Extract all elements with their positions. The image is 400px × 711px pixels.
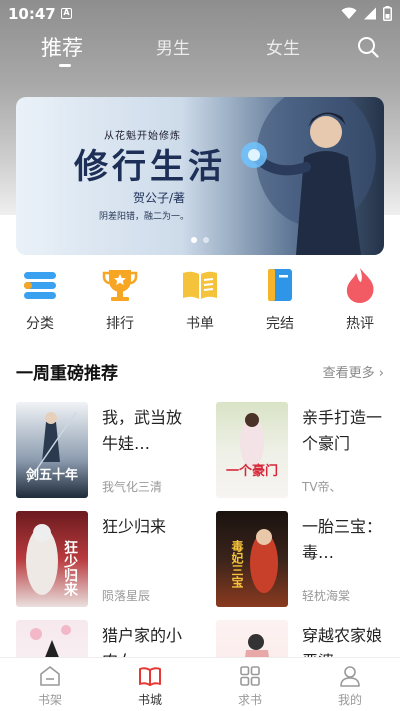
- request-book-icon: [240, 666, 260, 686]
- nav-bookstore-label: 书城: [137, 693, 162, 707]
- nav-bookshelf[interactable]: 书架: [20, 664, 80, 708]
- hot-review-label: 热评: [346, 316, 374, 332]
- finished-book-icon: [268, 269, 292, 301]
- notification-icon: A: [61, 8, 72, 19]
- book-author: TV帝、: [302, 480, 342, 494]
- book-card[interactable]: 狂少归来 狂少归来 陨落星辰: [16, 511, 200, 607]
- section-title: 一周重磅推荐: [16, 364, 118, 384]
- finished-label: 完结: [266, 316, 294, 332]
- tab-female[interactable]: 女生: [266, 34, 300, 59]
- nav-request[interactable]: 求书: [220, 664, 280, 708]
- book-cover: 一个豪门: [216, 402, 288, 498]
- carousel-dots: [16, 228, 384, 247]
- status-time: 10:47: [8, 5, 56, 23]
- book-cover: 狂少归来: [16, 511, 88, 607]
- cover-art: [27, 411, 77, 483]
- book-cover: 剑五十年: [16, 402, 88, 498]
- bottom-nav: 书架 书城 求书 我的: [0, 657, 400, 711]
- book-author: 陨落星辰: [102, 589, 151, 603]
- banner-tagline: 阴差阳错，融二为一。: [99, 212, 190, 222]
- bookstore-icon: [139, 667, 161, 686]
- cover-art: [240, 413, 264, 468]
- book-title: 亲手打造一个豪门: [302, 408, 383, 453]
- app-screen: 10:47 A 推荐 男生 女生 从花魁开始修炼 修行生活 贺公子/著 阴差阳错…: [0, 0, 400, 711]
- category-item[interactable]: 分类: [10, 265, 70, 333]
- booklist-item[interactable]: 书单: [170, 265, 230, 333]
- nav-bookstore[interactable]: 书城: [120, 664, 180, 708]
- nav-bookshelf-label: 书架: [37, 693, 62, 707]
- cover-title: 一个豪门: [225, 464, 278, 479]
- cover-title: 毒妃三宝: [230, 540, 244, 588]
- category-label: 分类: [26, 316, 54, 332]
- book-title: 狂少归来: [102, 517, 167, 536]
- book-card[interactable]: 毒妃三宝 一胎三宝：毒… 轻枕海棠: [216, 511, 400, 607]
- status-icons: [341, 6, 392, 21]
- cover-title: 狂少归来: [62, 540, 78, 596]
- profile-icon: [340, 666, 360, 687]
- banner-author: 贺公子/著: [133, 191, 186, 205]
- see-more-link[interactable]: 查看更多 ›: [323, 362, 384, 381]
- book-list-icon: [183, 271, 217, 299]
- search-icon[interactable]: [357, 36, 379, 58]
- book-title: 我，武当放牛娃…: [102, 408, 183, 453]
- tab-recommend[interactable]: 推荐: [41, 32, 83, 62]
- banner-title: 修行生活: [74, 147, 226, 187]
- nav-profile-label: 我的: [337, 693, 362, 707]
- book-author: 我气化三清: [102, 480, 163, 494]
- book-card[interactable]: 一个豪门 亲手打造一个豪门 TV帝、: [216, 402, 400, 498]
- bookshelf-icon: [40, 666, 60, 686]
- nav-profile[interactable]: 我的: [320, 664, 380, 708]
- book-title: 一胎三宝：毒…: [302, 517, 383, 562]
- category-shortcuts: 分类 排行 书单 完结 热评: [0, 265, 400, 335]
- signal-icon: [364, 7, 376, 20]
- top-tabs: 推荐 男生 女生: [0, 28, 400, 72]
- status-bar: 10:47 A: [0, 0, 400, 28]
- ranking-item[interactable]: 排行: [90, 265, 150, 333]
- ranking-label: 排行: [106, 316, 134, 332]
- nav-request-label: 求书: [237, 693, 262, 707]
- chevron-right-icon: ›: [378, 366, 384, 381]
- book-card[interactable]: 剑五十年 我，武当放牛娃… 我气化三清: [16, 402, 200, 498]
- cover-title: 剑五十年: [25, 468, 78, 483]
- book-author: 轻枕海棠: [302, 589, 351, 603]
- booklist-label: 书单: [186, 316, 214, 332]
- carousel-dot[interactable]: [203, 237, 209, 243]
- promo-banner[interactable]: 从花魁开始修炼 修行生活 贺公子/著 阴差阳错，融二为一。: [16, 97, 384, 255]
- wifi-icon: [341, 7, 357, 19]
- battery-icon: [383, 6, 392, 21]
- tab-male[interactable]: 男生: [156, 34, 190, 59]
- see-more-label: 查看更多: [322, 366, 375, 381]
- category-icon: [24, 272, 56, 299]
- book-cover: 毒妃三宝: [216, 511, 288, 607]
- trophy-icon: [102, 270, 138, 301]
- finished-item[interactable]: 完结: [250, 265, 310, 333]
- fire-icon: [346, 268, 374, 303]
- carousel-dot-active[interactable]: [191, 237, 197, 243]
- hot-review-item[interactable]: 热评: [330, 265, 390, 333]
- tab-indicator: [59, 64, 71, 67]
